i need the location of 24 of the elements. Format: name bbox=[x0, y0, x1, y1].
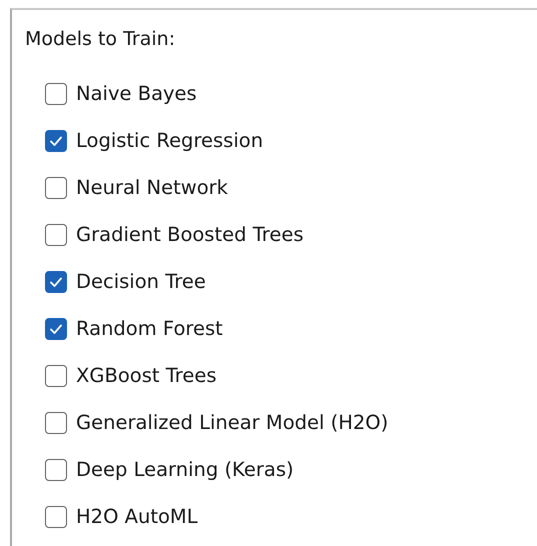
checkbox-label[interactable]: Decision Tree bbox=[76, 270, 206, 294]
checkmark-icon bbox=[49, 276, 63, 288]
checkmark-icon bbox=[49, 323, 63, 335]
checkbox[interactable] bbox=[45, 83, 67, 105]
checkbox-label[interactable]: H2O AutoML bbox=[76, 505, 198, 529]
checkbox-label[interactable]: Neural Network bbox=[76, 176, 228, 200]
checkbox[interactable] bbox=[45, 412, 67, 434]
checkbox[interactable] bbox=[45, 318, 67, 340]
checkbox-label[interactable]: Naive Bayes bbox=[76, 82, 197, 106]
group-title: Models to Train: bbox=[25, 27, 176, 51]
checkbox[interactable] bbox=[45, 365, 67, 387]
checkmark-icon bbox=[49, 135, 63, 147]
checkbox-label[interactable]: Logistic Regression bbox=[76, 129, 264, 153]
checkbox[interactable] bbox=[45, 271, 67, 293]
checkbox-label[interactable]: Gradient Boosted Trees bbox=[76, 223, 304, 247]
checkbox-label[interactable]: Generalized Linear Model (H2O) bbox=[76, 411, 388, 435]
checkbox-label[interactable]: XGBoost Trees bbox=[76, 364, 216, 388]
checkbox-label[interactable]: Deep Learning (Keras) bbox=[76, 458, 294, 482]
checkbox[interactable] bbox=[45, 506, 67, 528]
checkbox[interactable] bbox=[45, 224, 67, 246]
checkbox-label[interactable]: Random Forest bbox=[76, 317, 223, 341]
checkbox[interactable] bbox=[45, 130, 67, 152]
checkbox[interactable] bbox=[45, 177, 67, 199]
checkbox[interactable] bbox=[45, 459, 67, 481]
